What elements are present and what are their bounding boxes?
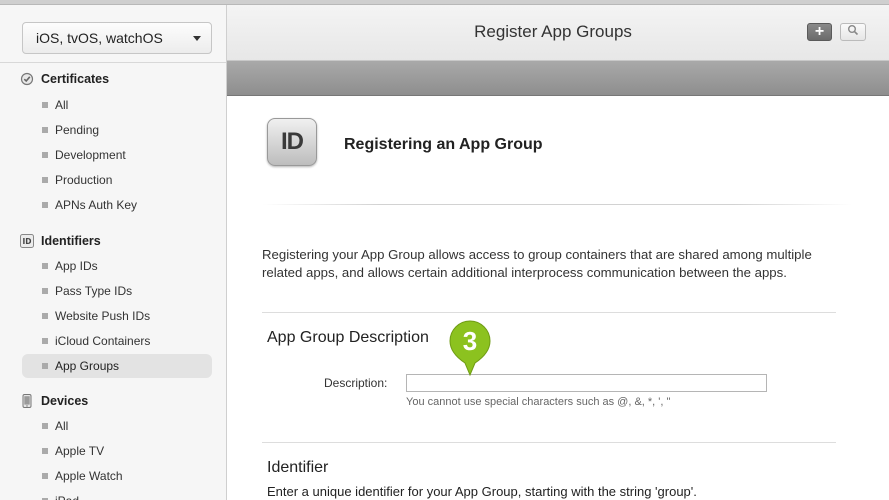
id-icon: ID [267, 118, 317, 166]
bullet-icon [42, 127, 48, 133]
device-icon [20, 394, 34, 408]
bullet-icon [42, 263, 48, 269]
sidebar-section-identifiers[interactable]: ID Identifiers [20, 234, 101, 248]
sidebar-item-label: App IDs [55, 259, 98, 273]
bullet-icon [42, 152, 48, 158]
id-icon: ID [20, 234, 34, 248]
sidebar-item-label: Development [55, 148, 126, 162]
chevron-down-icon [193, 36, 201, 41]
page-title: Register App Groups [474, 22, 632, 41]
search-button[interactable] [840, 23, 866, 41]
sidebar-item-ipad[interactable]: iPad [22, 489, 212, 500]
app-group-description-title: App Group Description [267, 329, 429, 346]
sidebar-item-label: iPad [55, 494, 79, 500]
sidebar-item-pending[interactable]: Pending [22, 118, 212, 142]
bullet-icon [42, 202, 48, 208]
sidebar-item-apple-tv[interactable]: Apple TV [22, 439, 212, 463]
step-badge: 3 [449, 320, 491, 377]
sidebar-item-label: All [55, 98, 69, 112]
identifier-title: Identifier [267, 459, 329, 476]
sidebar-item-website-push-ids[interactable]: Website Push IDs [22, 304, 212, 328]
sidebar-item-all-certificates[interactable]: All [22, 93, 212, 117]
sidebar-item-label: Pending [55, 123, 100, 137]
divider [262, 312, 836, 313]
sidebar: iOS, tvOS, watchOS Certificates All Pend… [0, 5, 227, 500]
sidebar-item-app-ids[interactable]: App IDs [22, 254, 212, 278]
platform-select[interactable]: iOS, tvOS, watchOS [22, 22, 212, 54]
sidebar-item-label: App Groups [55, 359, 120, 373]
intro-text: Registering your App Group allows access… [262, 247, 812, 280]
bullet-icon [42, 177, 48, 183]
sidebar-item-apple-watch[interactable]: Apple Watch [22, 464, 212, 488]
sidebar-item-label: iCloud Containers [55, 334, 151, 348]
bullet-icon [42, 473, 48, 479]
sidebar-item-icloud-containers[interactable]: iCloud Containers [22, 329, 212, 353]
bullet-icon [42, 423, 48, 429]
plus-icon: + [814, 23, 825, 40]
toolbar-band [227, 61, 889, 96]
bullet-icon [42, 448, 48, 454]
step-number: 3 [463, 326, 477, 356]
description-hint: You cannot use special characters such a… [406, 396, 671, 408]
sidebar-divider [0, 62, 226, 63]
section-heading: Registering an App Group [344, 136, 543, 153]
sidebar-item-label: Apple Watch [55, 469, 123, 483]
section-title: Identifiers [41, 234, 101, 248]
identifier-instructions: Enter a unique identifier for your App G… [267, 484, 697, 499]
sidebar-item-all-devices[interactable]: All [22, 414, 212, 438]
id-icon-text: ID [22, 237, 31, 246]
section-title: Certificates [41, 72, 110, 86]
sidebar-section-certificates[interactable]: Certificates [20, 72, 109, 86]
section-title: Devices [41, 394, 89, 408]
sidebar-item-development[interactable]: Development [22, 143, 212, 167]
sidebar-item-apns-auth-key[interactable]: APNs Auth Key [22, 193, 212, 217]
bullet-icon [42, 102, 48, 108]
sidebar-item-pass-type-ids[interactable]: Pass Type IDs [22, 279, 212, 303]
platform-select-value: iOS, tvOS, watchOS [36, 30, 163, 46]
divider [262, 204, 852, 205]
bullet-icon [42, 338, 48, 344]
sidebar-item-label: All [55, 419, 69, 433]
bullet-icon [42, 313, 48, 319]
page-header: Register App Groups + [227, 5, 889, 61]
divider [262, 442, 836, 443]
sidebar-item-label: Production [55, 173, 113, 187]
bullet-icon [42, 363, 48, 369]
certificate-icon [20, 72, 34, 86]
bullet-icon [42, 288, 48, 294]
sidebar-item-label: Pass Type IDs [55, 284, 133, 298]
sidebar-item-label: APNs Auth Key [55, 198, 138, 212]
sidebar-section-devices[interactable]: Devices [20, 394, 88, 408]
sidebar-item-label: Website Push IDs [55, 309, 151, 323]
description-label: Description: [324, 376, 388, 390]
sidebar-item-production[interactable]: Production [22, 168, 212, 192]
main-content: ID Registering an App Group Registering … [227, 96, 889, 500]
add-button[interactable]: + [807, 23, 832, 41]
search-icon [847, 23, 859, 41]
id-icon-text: ID [281, 128, 304, 155]
sidebar-item-label: Apple TV [55, 444, 105, 458]
sidebar-item-app-groups[interactable]: App Groups [22, 354, 212, 378]
